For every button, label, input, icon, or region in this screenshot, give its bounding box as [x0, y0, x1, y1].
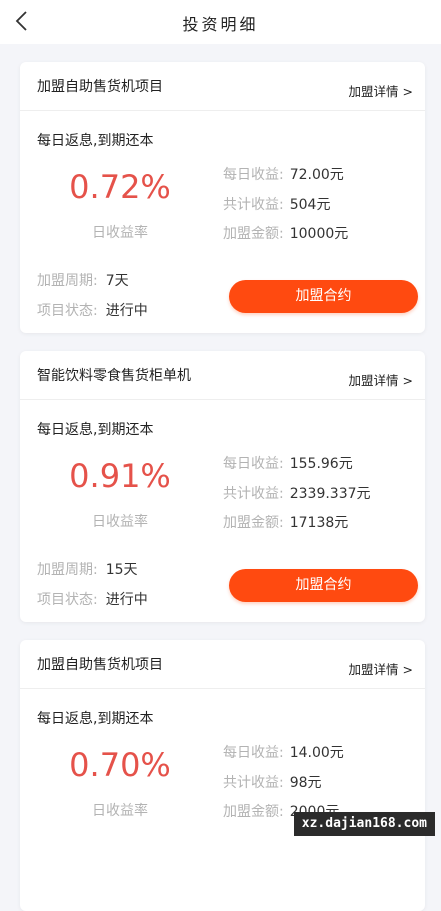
total-income-row: 共计收益: 98元: [223, 772, 322, 792]
project-name: 加盟自助售货机项目: [37, 657, 163, 673]
period-row: 加盟周期: 7天: [37, 270, 129, 290]
project-detail-link[interactable]: 加盟详情 >: [349, 81, 413, 100]
project-name: 加盟自助售货机项目: [37, 79, 163, 95]
status-value: 进行中: [105, 592, 148, 608]
project-detail-link[interactable]: 加盟详情 >: [349, 659, 413, 678]
daily-income-value: 72.00元: [289, 167, 344, 183]
project-name: 智能饮料零食售货柜单机: [37, 368, 191, 384]
page-title: 投资明细: [182, 15, 259, 34]
period-label: 加盟周期:: [37, 273, 98, 289]
repayment-type: 每日返息,到期还本: [37, 711, 154, 727]
status-label: 项目状态:: [37, 303, 98, 319]
total-income-label: 共计收益:: [223, 775, 284, 791]
site-watermark: xz.dajian168.com: [293, 812, 435, 836]
total-income-label: 共计收益:: [223, 197, 284, 213]
status-row: 项目状态: 进行中: [37, 589, 148, 609]
daily-rate-label: 日收益率: [92, 225, 148, 241]
top-nav-bar: 投资明细: [0, 0, 441, 44]
amount-label: 加盟金额:: [223, 515, 284, 531]
card-header: 加盟自助售货机项目 加盟详情 >: [20, 62, 425, 111]
card-header: 加盟自助售货机项目 加盟详情 >: [20, 640, 425, 689]
total-income-value: 98元: [289, 775, 322, 791]
amount-row: 加盟金额: 10000元: [223, 223, 348, 243]
period-value: 7天: [105, 273, 129, 289]
repayment-type: 每日返息,到期还本: [37, 422, 154, 438]
join-contract-button[interactable]: 加盟合约: [229, 569, 418, 602]
status-label: 项目状态:: [37, 592, 98, 608]
daily-rate-value: 0.72%: [69, 168, 171, 206]
daily-income-label: 每日收益:: [223, 745, 284, 761]
daily-income-label: 每日收益:: [223, 456, 284, 472]
period-label: 加盟周期:: [37, 562, 98, 578]
project-detail-link[interactable]: 加盟详情 >: [349, 370, 413, 389]
total-income-value: 2339.337元: [289, 486, 371, 502]
join-contract-button[interactable]: 加盟合约: [229, 280, 418, 313]
investment-card: 智能饮料零食售货柜单机 加盟详情 > 每日返息,到期还本 0.91% 日收益率 …: [20, 351, 425, 622]
status-row: 项目状态: 进行中: [37, 300, 148, 320]
total-income-value: 504元: [289, 197, 331, 213]
status-value: 进行中: [105, 303, 148, 319]
period-row: 加盟周期: 15天: [37, 559, 138, 579]
daily-rate-value: 0.70%: [69, 746, 171, 784]
daily-income-value: 155.96元: [289, 456, 353, 472]
daily-income-row: 每日收益: 72.00元: [223, 164, 344, 184]
total-income-row: 共计收益: 504元: [223, 194, 330, 214]
investment-card: 加盟自助售货机项目 加盟详情 > 每日返息,到期还本 0.72% 日收益率 每日…: [20, 62, 425, 333]
amount-row: 加盟金额: 17138元: [223, 512, 348, 532]
daily-rate-value: 0.91%: [69, 457, 171, 495]
total-income-label: 共计收益:: [223, 486, 284, 502]
daily-income-row: 每日收益: 155.96元: [223, 453, 353, 473]
amount-label: 加盟金额:: [223, 226, 284, 242]
amount-value: 17138元: [289, 515, 349, 531]
daily-income-value: 14.00元: [289, 745, 344, 761]
daily-rate-label: 日收益率: [92, 514, 148, 530]
daily-income-label: 每日收益:: [223, 167, 284, 183]
daily-rate-label: 日收益率: [92, 803, 148, 819]
daily-income-row: 每日收益: 14.00元: [223, 742, 344, 762]
amount-value: 10000元: [289, 226, 349, 242]
card-header: 智能饮料零食售货柜单机 加盟详情 >: [20, 351, 425, 400]
amount-label: 加盟金额:: [223, 804, 284, 820]
total-income-row: 共计收益: 2339.337元: [223, 483, 371, 503]
period-value: 15天: [105, 562, 138, 578]
investment-card: 加盟自助售货机项目 加盟详情 > 每日返息,到期还本 0.70% 日收益率 每日…: [20, 640, 425, 911]
repayment-type: 每日返息,到期还本: [37, 133, 154, 149]
